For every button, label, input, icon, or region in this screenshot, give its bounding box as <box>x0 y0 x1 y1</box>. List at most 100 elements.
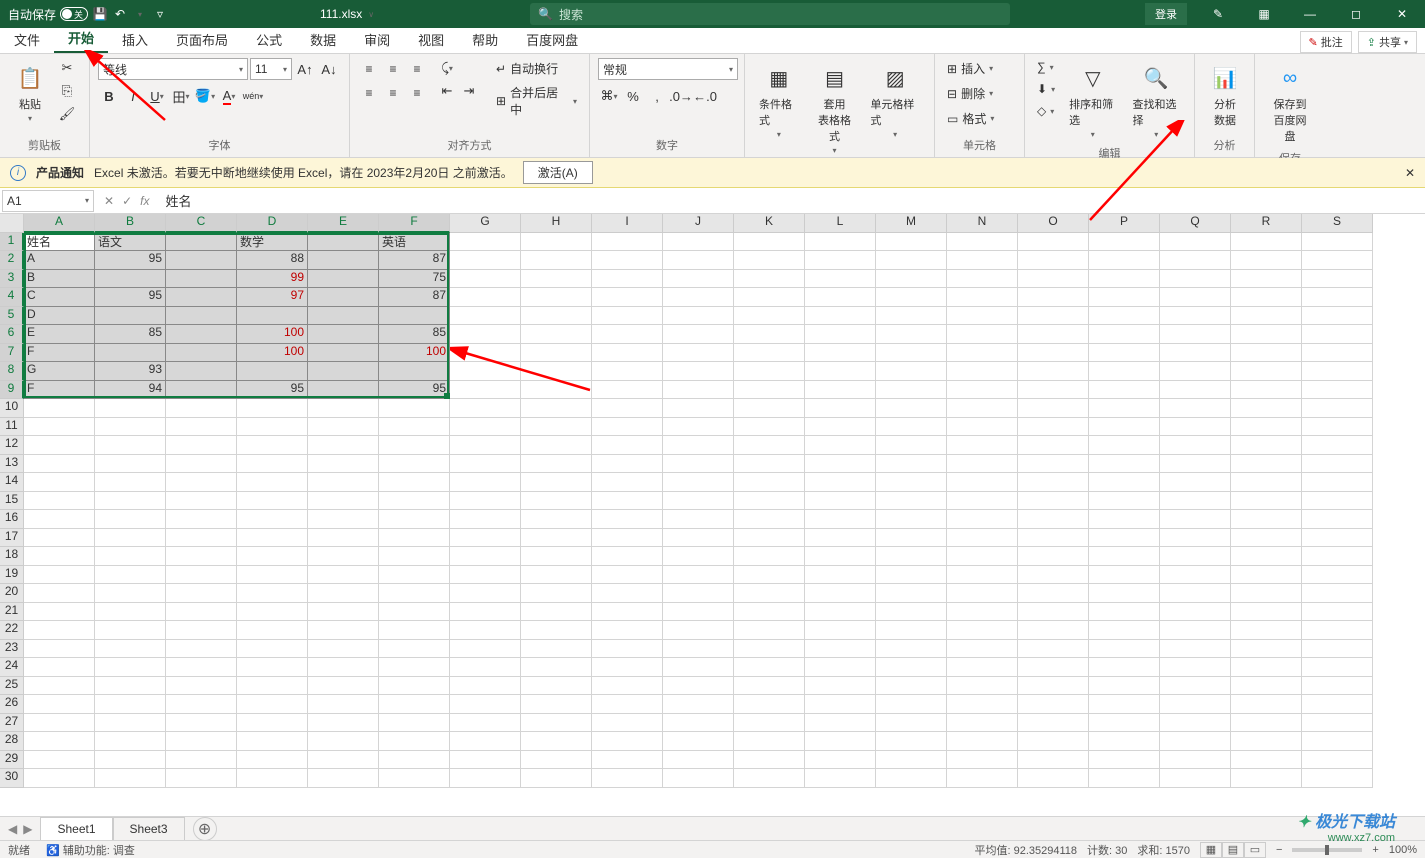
cell[interactable] <box>521 751 592 770</box>
cell[interactable] <box>592 381 663 400</box>
cell[interactable] <box>166 362 237 381</box>
column-header[interactable]: H <box>521 214 592 233</box>
cell[interactable] <box>308 603 379 622</box>
cell[interactable]: 87 <box>379 288 450 307</box>
autosave-toggle[interactable]: 自动保存 关 <box>8 6 88 23</box>
cell[interactable] <box>1089 621 1160 640</box>
cell[interactable] <box>1231 399 1302 418</box>
increase-indent-icon[interactable]: ⇥ <box>458 81 480 101</box>
cell[interactable] <box>734 307 805 326</box>
cell[interactable] <box>450 640 521 659</box>
cell[interactable] <box>876 251 947 270</box>
cell[interactable]: 姓名 <box>24 233 95 252</box>
cell[interactable] <box>521 547 592 566</box>
cell[interactable] <box>1231 695 1302 714</box>
cell[interactable] <box>876 677 947 696</box>
column-header[interactable]: S <box>1302 214 1373 233</box>
cell[interactable] <box>166 732 237 751</box>
cell[interactable] <box>876 418 947 437</box>
insert-cells-button[interactable]: ⊞插入▾ <box>943 58 998 79</box>
cell[interactable] <box>1089 603 1160 622</box>
cell[interactable] <box>1089 695 1160 714</box>
cell[interactable] <box>947 769 1018 788</box>
cell[interactable] <box>1302 492 1373 511</box>
cell[interactable] <box>379 584 450 603</box>
cell[interactable] <box>876 566 947 585</box>
cell[interactable]: 95 <box>95 288 166 307</box>
cell[interactable] <box>663 418 734 437</box>
cell[interactable] <box>592 547 663 566</box>
cell[interactable] <box>1089 325 1160 344</box>
row-header[interactable]: 16 <box>0 510 24 529</box>
cell[interactable] <box>521 492 592 511</box>
row-header[interactable]: 18 <box>0 547 24 566</box>
row-header[interactable]: 26 <box>0 695 24 714</box>
save-baidu-button[interactable]: ∞保存到 百度网盘 <box>1263 58 1317 148</box>
cell[interactable] <box>237 492 308 511</box>
column-header[interactable]: G <box>450 214 521 233</box>
cell[interactable] <box>450 677 521 696</box>
column-header[interactable]: A <box>24 214 95 233</box>
autosum-icon[interactable]: ∑▾ <box>1033 58 1059 76</box>
cell[interactable] <box>450 695 521 714</box>
cell[interactable] <box>308 473 379 492</box>
cell[interactable] <box>1018 769 1089 788</box>
cell[interactable] <box>1018 584 1089 603</box>
cell[interactable] <box>592 270 663 289</box>
cell[interactable] <box>237 436 308 455</box>
cell[interactable] <box>805 455 876 474</box>
cell[interactable] <box>1231 473 1302 492</box>
cell[interactable] <box>876 769 947 788</box>
cell[interactable] <box>805 658 876 677</box>
cell[interactable] <box>1231 677 1302 696</box>
row-header[interactable]: 12 <box>0 436 24 455</box>
cell[interactable] <box>1231 455 1302 474</box>
column-header[interactable]: N <box>947 214 1018 233</box>
cell[interactable] <box>166 695 237 714</box>
cell[interactable]: 100 <box>379 344 450 363</box>
cell[interactable] <box>166 325 237 344</box>
cell[interactable] <box>1302 251 1373 270</box>
cell[interactable] <box>1160 362 1231 381</box>
cell[interactable] <box>237 399 308 418</box>
cell[interactable] <box>521 399 592 418</box>
decrease-indent-icon[interactable]: ⇤ <box>436 81 458 101</box>
sheet-tab-1[interactable]: Sheet1 <box>40 817 112 840</box>
cell[interactable] <box>592 603 663 622</box>
cell[interactable] <box>1018 288 1089 307</box>
cell[interactable] <box>1160 584 1231 603</box>
cell[interactable] <box>308 436 379 455</box>
cell[interactable] <box>1231 344 1302 363</box>
cell[interactable] <box>947 436 1018 455</box>
cell[interactable] <box>947 381 1018 400</box>
cell[interactable] <box>592 436 663 455</box>
increase-font-icon[interactable]: A↑ <box>294 59 316 79</box>
cell[interactable] <box>308 621 379 640</box>
cell[interactable] <box>379 658 450 677</box>
cell[interactable] <box>663 769 734 788</box>
cell[interactable] <box>166 714 237 733</box>
cell[interactable] <box>1089 418 1160 437</box>
row-header[interactable]: 21 <box>0 603 24 622</box>
row-header[interactable]: 5 <box>0 307 24 326</box>
cell[interactable] <box>1160 732 1231 751</box>
fx-icon[interactable]: fx <box>140 194 149 208</box>
cell[interactable] <box>379 732 450 751</box>
merge-center-button[interactable]: ⊞合并后居中▾ <box>492 82 581 120</box>
cell[interactable] <box>876 381 947 400</box>
cell[interactable] <box>876 621 947 640</box>
cell[interactable] <box>1089 455 1160 474</box>
cell[interactable] <box>1302 325 1373 344</box>
row-header[interactable]: 27 <box>0 714 24 733</box>
cell[interactable] <box>95 769 166 788</box>
cell[interactable] <box>24 584 95 603</box>
cell[interactable] <box>1089 732 1160 751</box>
cell[interactable] <box>947 270 1018 289</box>
cell[interactable] <box>592 566 663 585</box>
cell[interactable] <box>1302 640 1373 659</box>
cell[interactable] <box>805 436 876 455</box>
tab-baidu[interactable]: 百度网盘 <box>512 26 592 53</box>
cell[interactable] <box>734 381 805 400</box>
cell[interactable] <box>379 769 450 788</box>
increase-decimal-icon[interactable]: .0→ <box>670 86 692 106</box>
